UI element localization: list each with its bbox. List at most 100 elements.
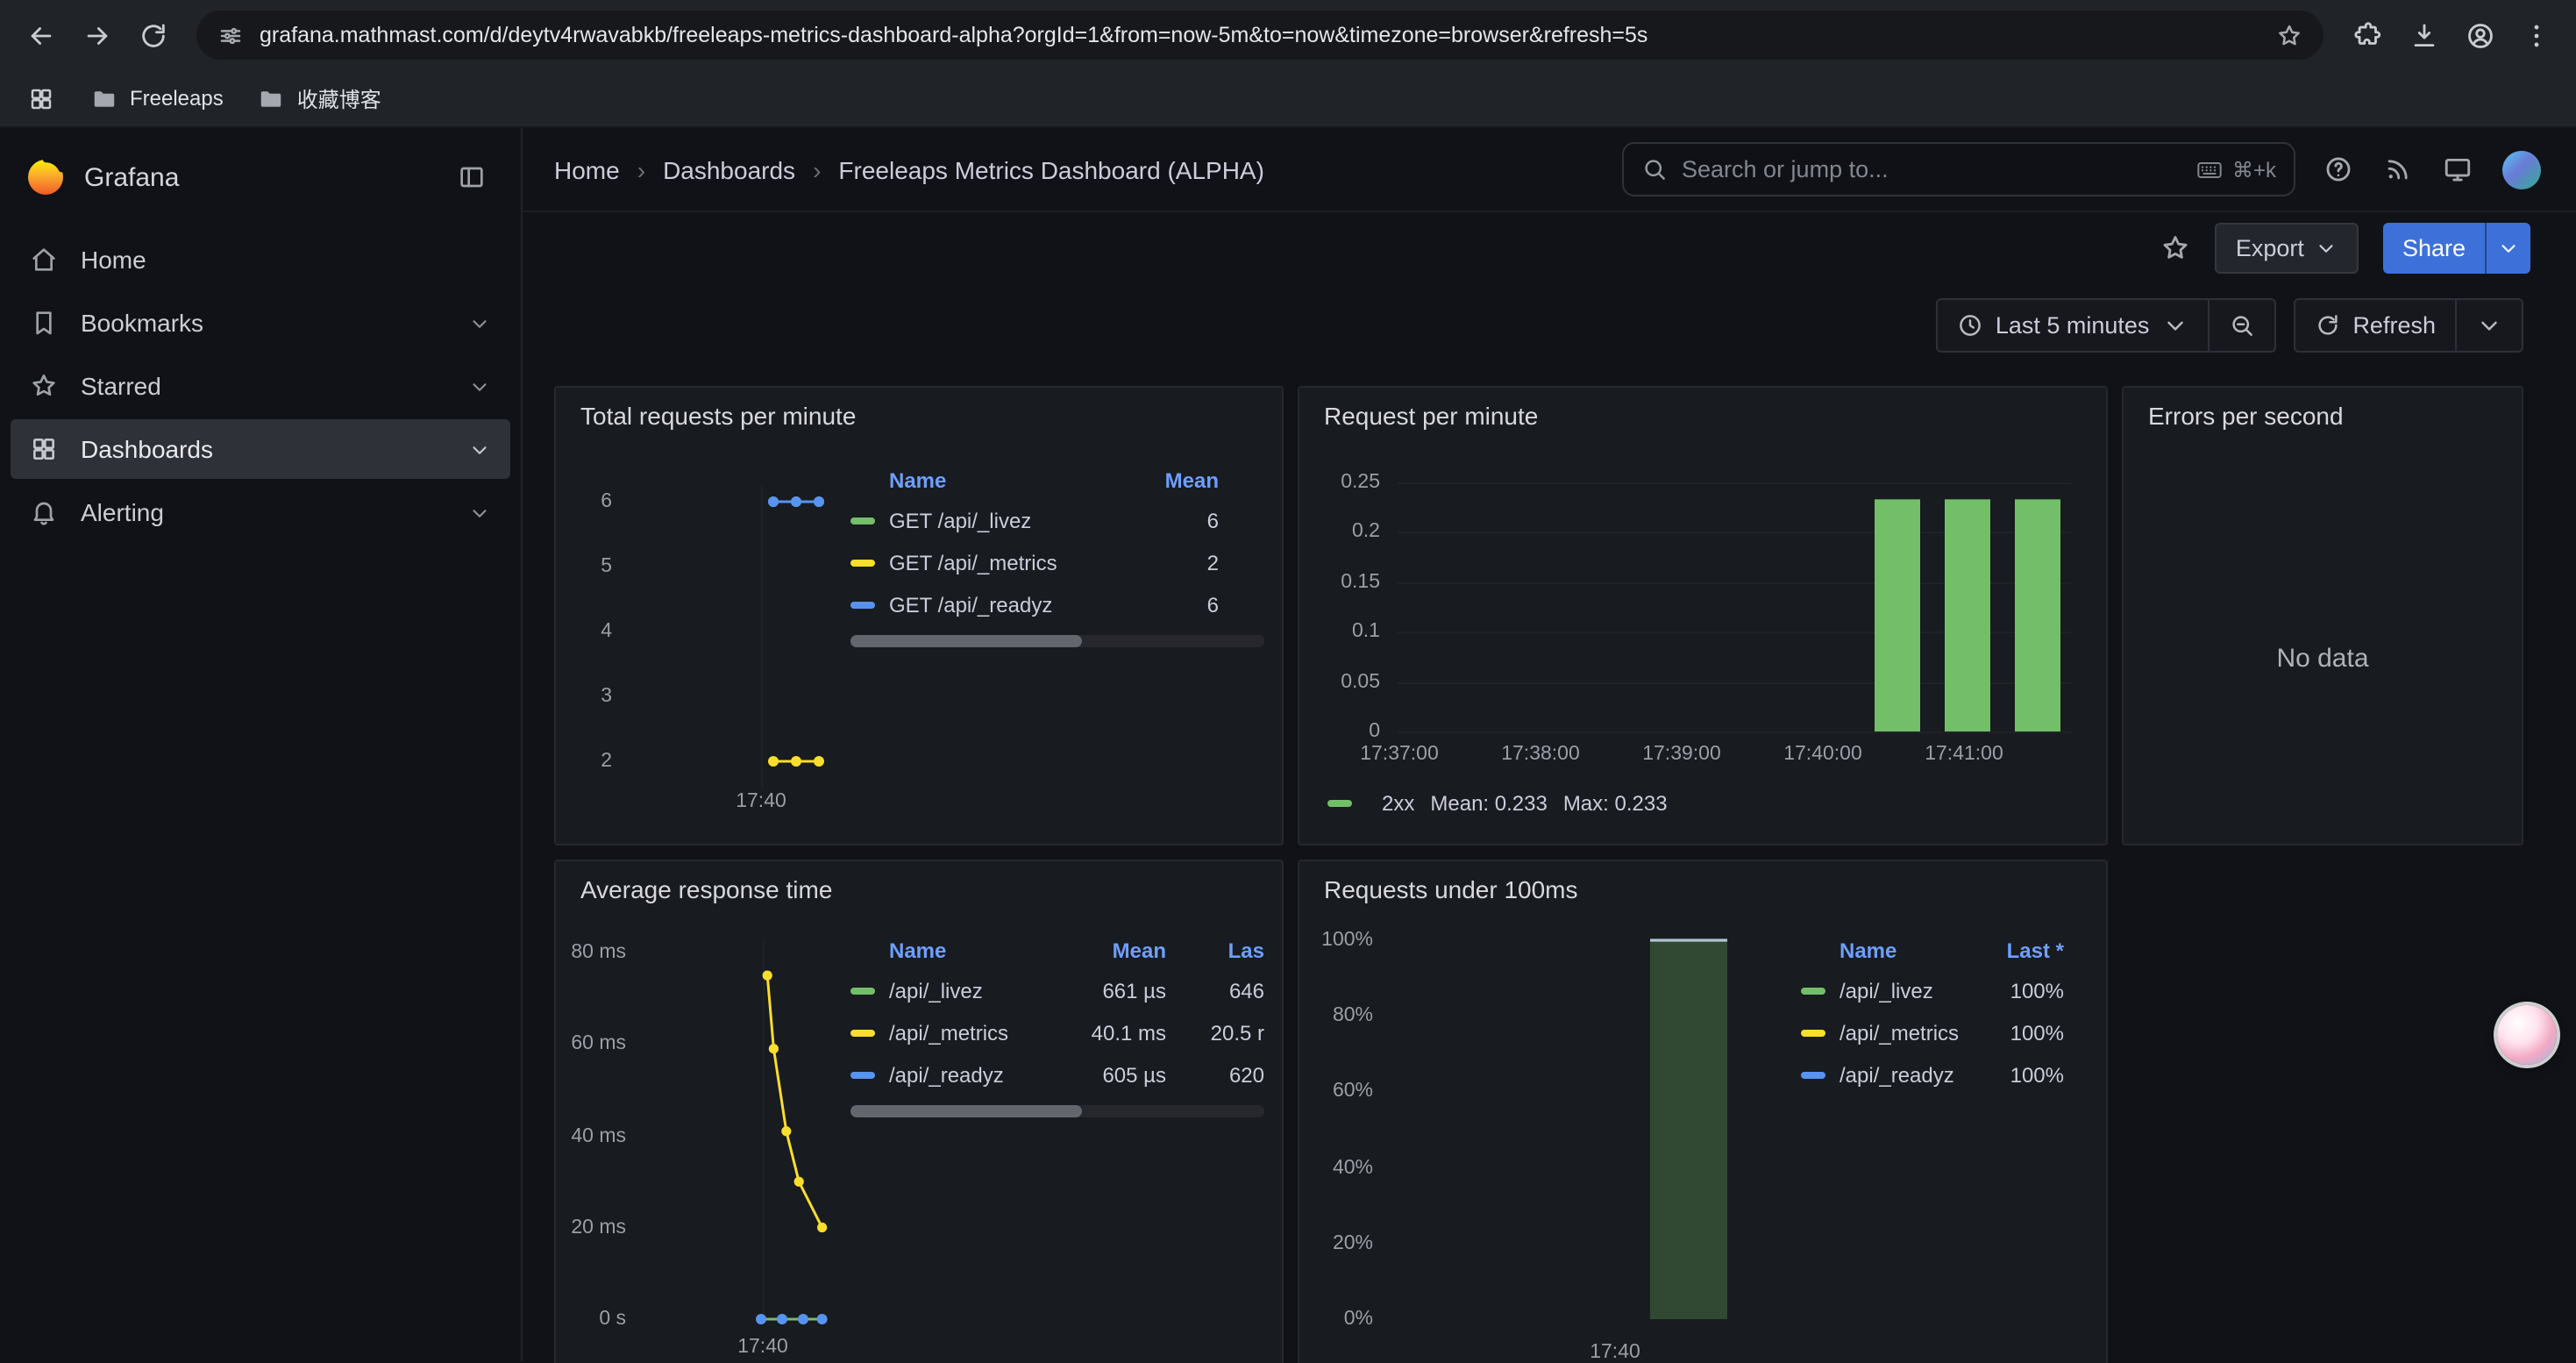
display-icon[interactable] <box>2443 154 2473 184</box>
address-bar[interactable]: grafana.mathmast.com/d/deytv4rwavabkb/fr… <box>196 11 2323 60</box>
panel-title[interactable]: Errors per second <box>2148 402 2344 430</box>
series-color-dash[interactable] <box>850 602 875 609</box>
series-name[interactable]: /api/_readyz <box>1839 1063 1980 1088</box>
breadcrumb-item[interactable]: Home <box>554 155 620 183</box>
breadcrumb-separator: › <box>637 155 645 183</box>
chevron-down-icon[interactable] <box>468 438 491 460</box>
series-color-dash[interactable] <box>1801 1030 1825 1037</box>
bookmark-star-icon[interactable] <box>2276 22 2302 48</box>
user-avatar[interactable] <box>2502 150 2541 189</box>
panel-title[interactable]: Average response time <box>580 875 832 903</box>
share-label: Share <box>2402 234 2466 260</box>
dashboard-grid: Total requests per minute 6543217:40 Nam… <box>523 386 2576 1363</box>
extensions-button[interactable] <box>2341 9 2394 61</box>
reload-button[interactable] <box>126 9 179 61</box>
zoom-out-button[interactable] <box>2209 297 2275 352</box>
panel-title[interactable]: Requests under 100ms <box>1324 875 1578 903</box>
panel-title[interactable]: Total requests per minute <box>580 402 856 430</box>
legend-column-header[interactable]: Name <box>850 938 1068 963</box>
legend-table: NameMeanLas/api/_livez661 µs646/api/_met… <box>850 931 1264 1117</box>
series-name[interactable]: /api/_livez <box>889 979 1068 1003</box>
legend-row: /api/_livez100% <box>1801 970 2074 1012</box>
search-icon <box>1641 156 1668 182</box>
series-name[interactable]: /api/_metrics <box>1839 1021 1980 1045</box>
series-color-dash[interactable] <box>850 1072 875 1079</box>
series-color-dash[interactable] <box>850 517 875 525</box>
series-color-dash[interactable] <box>850 1030 875 1037</box>
scrollbar-thumb[interactable] <box>850 635 1082 647</box>
refresh-button[interactable]: Refresh <box>2293 297 2457 352</box>
series-name[interactable]: /api/_readyz <box>889 1063 1068 1088</box>
sidebar-item-label: Dashboards <box>81 435 445 463</box>
news-icon[interactable] <box>2383 154 2413 184</box>
series-color-dash[interactable] <box>850 988 875 995</box>
series-name[interactable]: 2xx <box>1382 791 1414 816</box>
search-input[interactable] <box>1682 156 2181 182</box>
series-name[interactable]: GET /api/_readyz <box>889 593 1121 617</box>
series-color-dash[interactable] <box>1801 1072 1825 1079</box>
sidebar-item-label: Alerting <box>81 498 445 526</box>
site-settings-icon[interactable] <box>217 22 244 48</box>
series-color-dash[interactable] <box>850 560 875 567</box>
search-shortcut-label: ⌘+k <box>2232 157 2276 182</box>
sidebar-item-alerting[interactable]: Alerting <box>11 482 510 542</box>
bell-icon <box>30 498 58 526</box>
bookmark-label: 收藏博客 <box>297 83 381 113</box>
browser-menu-button[interactable] <box>2509 9 2562 61</box>
legend-column-header[interactable]: Name <box>850 468 1121 493</box>
profile-icon <box>2465 20 2494 50</box>
sidebar-header: Grafana <box>0 142 521 212</box>
export-button[interactable]: Export <box>2215 222 2359 273</box>
browser-profile-button[interactable] <box>2453 9 2506 61</box>
refresh-interval-button[interactable] <box>2457 297 2523 352</box>
legend-scrollbar[interactable] <box>850 635 1264 647</box>
help-icon[interactable] <box>2323 154 2353 184</box>
sidebar-item-dashboards[interactable]: Dashboards <box>11 419 510 479</box>
chevron-down-icon[interactable] <box>468 501 491 524</box>
clock-icon <box>1957 311 1983 338</box>
sidebar-item-home[interactable]: Home <box>11 230 510 289</box>
apps-shortcut-button[interactable] <box>18 75 63 121</box>
favorite-star-icon[interactable] <box>2160 232 2190 262</box>
bookmark-item[interactable]: 收藏博客 <box>245 78 395 118</box>
chevron-down-icon[interactable] <box>468 375 491 397</box>
scrollbar-thumb[interactable] <box>850 1105 1082 1117</box>
time-range-picker[interactable]: Last 5 minutes <box>1936 297 2210 352</box>
sidebar-item-bookmarks[interactable]: Bookmarks <box>11 293 510 353</box>
share-menu-button[interactable] <box>2485 222 2530 273</box>
legend-column-header[interactable]: Mean <box>1121 468 1219 493</box>
legend-column-header[interactable]: Mean <box>1068 938 1166 963</box>
series-name[interactable]: GET /api/_livez <box>889 509 1121 533</box>
sidebar-collapse-button[interactable] <box>447 153 496 202</box>
search-box[interactable]: ⌘+k <box>1622 142 2295 196</box>
legend-table: NameMeanGET /api/_livez6GET /api/_metric… <box>850 461 1264 647</box>
back-button[interactable] <box>14 9 67 61</box>
legend-scrollbar[interactable] <box>850 1105 1264 1117</box>
series-name[interactable]: GET /api/_metrics <box>889 551 1121 575</box>
legend-value: 620 <box>1166 1063 1264 1088</box>
legend-value: 100% <box>1980 1021 2064 1045</box>
legend-column-header[interactable]: Las <box>1166 938 1264 963</box>
grafana-logo[interactable] <box>25 156 67 198</box>
share-button[interactable]: Share <box>2383 222 2485 273</box>
sidebar-item-starred[interactable]: Starred <box>11 356 510 416</box>
grafana-sidebar: Grafana HomeBookmarksStarred Dashboards Al… <box>0 128 523 1361</box>
url-text[interactable]: grafana.mathmast.com/d/deytv4rwavabkb/fr… <box>260 23 2260 47</box>
downloads-button[interactable] <box>2397 9 2450 61</box>
bookmark-label: Freeleaps <box>130 86 224 111</box>
panel-errors-per-second: Errors per second No data <box>2122 386 2523 846</box>
bookmark-item[interactable]: Freeleaps <box>77 80 238 117</box>
chevron-down-icon[interactable] <box>468 311 491 334</box>
forward-button[interactable] <box>70 9 123 61</box>
panel-requests-under-100ms: Requests under 100ms 100%80%60%40%20%0%1… <box>1298 860 2108 1363</box>
series-name[interactable]: /api/_livez <box>1839 979 1980 1003</box>
series-color-dash[interactable] <box>1801 988 1825 995</box>
series-name[interactable]: /api/_metrics <box>889 1021 1068 1045</box>
floating-avatar[interactable] <box>2497 1005 2557 1065</box>
panel-title[interactable]: Request per minute <box>1324 402 1538 430</box>
breadcrumb-item[interactable]: Dashboards <box>663 155 795 183</box>
refresh-label: Refresh <box>2352 311 2436 338</box>
series-color-dash[interactable] <box>1327 800 1352 807</box>
legend-column-header[interactable]: Last * <box>1980 938 2064 963</box>
legend-column-header[interactable]: Name <box>1801 938 1980 963</box>
